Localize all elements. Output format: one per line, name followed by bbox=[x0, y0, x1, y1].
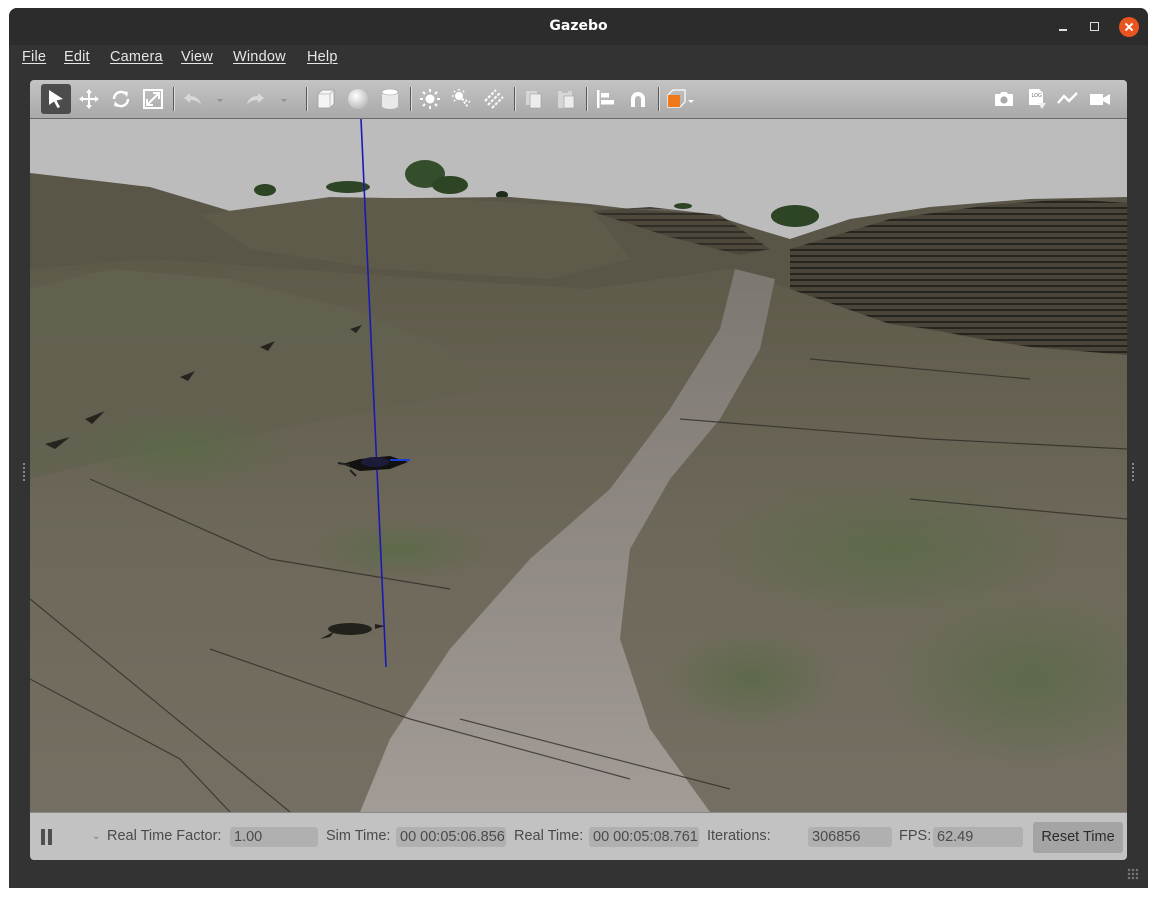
gazebo-window: Gazebo File Edit Camera View Window Help bbox=[9, 8, 1148, 888]
select-arrow-icon[interactable] bbox=[41, 84, 71, 114]
redo-dropdown-icon[interactable] bbox=[277, 87, 291, 111]
video-record-icon[interactable] bbox=[1088, 87, 1112, 111]
align-icon[interactable] bbox=[594, 87, 618, 111]
window-resize-grip[interactable] bbox=[1127, 868, 1139, 880]
point-light-icon[interactable] bbox=[418, 87, 442, 111]
maximize-button[interactable] bbox=[1085, 17, 1105, 37]
left-panel-grip[interactable] bbox=[23, 463, 27, 481]
paste-icon[interactable] bbox=[554, 87, 578, 111]
directional-light-icon[interactable] bbox=[482, 87, 506, 111]
toolbar: LOG bbox=[30, 80, 1127, 119]
minimize-button[interactable] bbox=[1053, 17, 1073, 37]
real-time-value: 00 00:05:08.761 bbox=[589, 827, 699, 847]
rotate-icon[interactable] bbox=[109, 87, 133, 111]
menu-file[interactable]: File bbox=[22, 49, 46, 65]
undo-dropdown-icon[interactable] bbox=[213, 87, 227, 111]
real-time-label: Real Time: bbox=[514, 828, 584, 844]
snap-magnet-icon[interactable] bbox=[626, 87, 650, 111]
pause-icon[interactable] bbox=[40, 829, 54, 845]
real-time-factor-value: 1.00 bbox=[230, 827, 318, 847]
toolbar-separator bbox=[410, 87, 412, 111]
log-icon[interactable]: LOG bbox=[1024, 87, 1048, 111]
scale-icon[interactable] bbox=[141, 87, 165, 111]
spot-light-icon[interactable] bbox=[450, 87, 474, 111]
menu-bar: File Edit Camera View Window Help bbox=[9, 45, 1148, 72]
step-dropdown-icon[interactable]: ⌄ bbox=[92, 831, 100, 842]
toolbar-separator bbox=[306, 87, 308, 111]
view-angle-icon[interactable] bbox=[666, 87, 698, 111]
iterations-value: 306856 bbox=[808, 827, 892, 847]
plot-icon[interactable] bbox=[1056, 87, 1080, 111]
toolbar-separator bbox=[658, 87, 660, 111]
translate-icon[interactable] bbox=[77, 87, 101, 111]
terrain-scene bbox=[30, 119, 1127, 812]
menu-help[interactable]: Help bbox=[307, 49, 338, 65]
fps-value: 62.49 bbox=[933, 827, 1023, 847]
real-time-factor-label: Real Time Factor: bbox=[107, 828, 222, 844]
right-panel-grip[interactable] bbox=[1132, 463, 1136, 481]
copy-icon[interactable] bbox=[522, 87, 546, 111]
title-bar[interactable]: Gazebo bbox=[9, 8, 1148, 45]
toolbar-separator bbox=[586, 87, 588, 111]
toolbar-separator bbox=[173, 87, 175, 111]
fps-label: FPS: bbox=[899, 828, 932, 844]
toolbar-separator bbox=[514, 87, 516, 111]
main-panel: LOG ⌄ Real Time Factor: 1.00 Sim Time: 0… bbox=[30, 80, 1127, 860]
cylinder-icon[interactable] bbox=[378, 87, 402, 111]
redo-icon[interactable] bbox=[243, 87, 267, 111]
window-title: Gazebo bbox=[549, 18, 608, 34]
sim-time-label: Sim Time: bbox=[326, 828, 391, 844]
reset-time-button[interactable]: Reset Time bbox=[1033, 822, 1123, 853]
undo-icon[interactable] bbox=[181, 87, 205, 111]
menu-edit[interactable]: Edit bbox=[64, 49, 90, 65]
svg-text:LOG: LOG bbox=[1032, 93, 1043, 99]
menu-window[interactable]: Window bbox=[233, 49, 286, 65]
close-button[interactable] bbox=[1119, 17, 1139, 37]
iterations-label: Iterations: bbox=[707, 828, 771, 844]
menu-camera[interactable]: Camera bbox=[110, 49, 163, 65]
sphere-icon[interactable] bbox=[346, 87, 370, 111]
status-bar: ⌄ Real Time Factor: 1.00 Sim Time: 00 00… bbox=[30, 812, 1127, 860]
sim-time-value: 00 00:05:06.856 bbox=[396, 827, 506, 847]
screenshot-camera-icon[interactable] bbox=[992, 87, 1016, 111]
box-icon[interactable] bbox=[314, 87, 338, 111]
menu-view[interactable]: View bbox=[181, 49, 213, 65]
3d-viewport[interactable] bbox=[30, 119, 1127, 812]
